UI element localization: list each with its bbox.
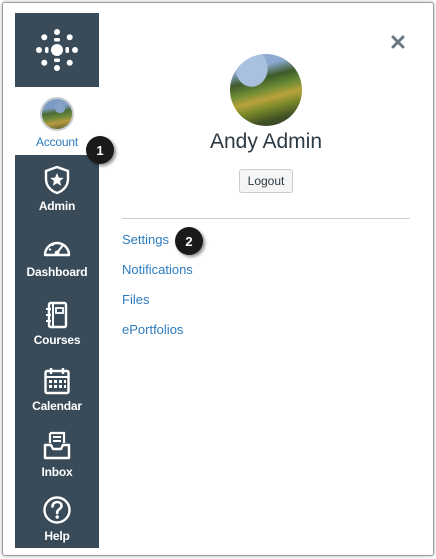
callout-badge-2: 2 xyxy=(175,227,203,255)
account-avatar xyxy=(40,97,74,131)
speedometer-icon xyxy=(43,241,71,257)
sidebar-item-inbox[interactable]: Inbox xyxy=(15,431,99,479)
calendar-icon xyxy=(44,368,70,395)
sidebar-item-label: Admin xyxy=(38,199,76,213)
files-link[interactable]: Files xyxy=(122,292,149,307)
tray-divider xyxy=(122,218,410,219)
close-icon xyxy=(391,35,405,49)
question-circle-icon xyxy=(43,496,71,524)
sidebar-item-label: Dashboard xyxy=(26,265,88,279)
close-tray-button[interactable] xyxy=(387,31,409,53)
canvas-logo[interactable] xyxy=(15,13,99,87)
user-name: Andy Admin xyxy=(209,130,323,153)
book-icon xyxy=(46,301,68,329)
sidebar-item-label: Calendar xyxy=(32,399,82,413)
inbox-icon xyxy=(43,431,71,460)
screenshot-frame: Account Admin Dashboard Courses Calendar… xyxy=(2,2,434,556)
notifications-link[interactable]: Notifications xyxy=(122,262,193,277)
sidebar-item-courses[interactable]: Courses xyxy=(15,301,99,347)
callout-badge-1: 1 xyxy=(86,136,114,164)
sidebar-item-help[interactable]: Help xyxy=(15,495,99,543)
canvas-logo-icon xyxy=(36,29,78,71)
global-navigation: Account Admin Dashboard Courses Calendar… xyxy=(15,13,99,548)
settings-link[interactable]: Settings xyxy=(122,232,169,247)
sidebar-item-label: Courses xyxy=(33,333,81,347)
sidebar-item-label: Inbox xyxy=(41,465,73,479)
sidebar-item-dashboard[interactable]: Dashboard xyxy=(15,235,99,279)
sidebar-item-label: Help xyxy=(44,529,70,543)
sidebar-item-admin[interactable]: Admin xyxy=(15,165,99,213)
sidebar-item-calendar[interactable]: Calendar xyxy=(15,367,99,413)
sidebar-item-label: Account xyxy=(36,135,78,149)
eportfolios-link[interactable]: ePortfolios xyxy=(122,322,183,337)
logout-button[interactable]: Logout xyxy=(239,169,293,193)
shield-star-icon xyxy=(44,165,70,195)
profile-avatar xyxy=(230,54,302,126)
